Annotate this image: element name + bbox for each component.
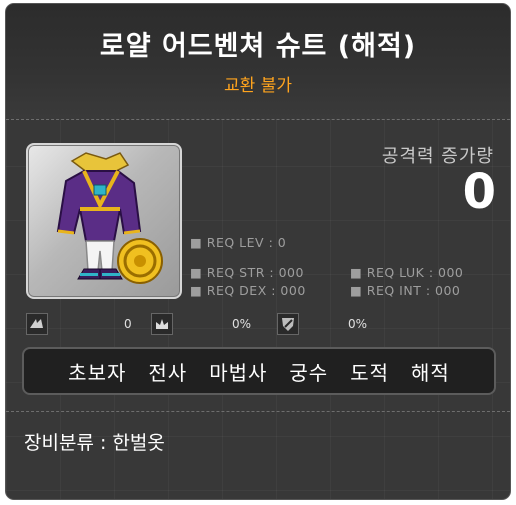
job-magician: 마법사 <box>209 360 268 385</box>
job-beginner: 초보자 <box>68 360 127 385</box>
crown-icon <box>151 313 173 335</box>
req-str: ■ REQ STR : 000 <box>190 265 304 280</box>
shield-value: 0% <box>348 317 368 331</box>
divider <box>6 119 510 120</box>
job-pirate: 해적 <box>411 360 450 385</box>
wing-value: 0 <box>124 317 132 331</box>
req-luk: ■ REQ LUK : 000 <box>350 265 464 280</box>
crown-value: 0% <box>232 317 252 331</box>
req-dex: ■ REQ DEX : 000 <box>190 283 306 298</box>
req-level: ■ REQ LEV : 0 <box>190 235 287 250</box>
req-int: ■ REQ INT : 000 <box>350 283 461 298</box>
item-icon-frame <box>26 143 182 299</box>
job-warrior: 전사 <box>148 360 188 385</box>
equipment-category: 장비분류 : 한벌옷 <box>24 432 165 454</box>
wing-icon <box>26 313 48 335</box>
job-thief: 도적 <box>350 360 390 385</box>
trade-status: 교환 불가 <box>224 76 292 96</box>
item-tooltip: 로얄 어드벤쳐 슈트 (해적) 교환 불가 공격력 증가량 0 ■ REQ LE… <box>5 3 511 500</box>
divider <box>6 411 510 412</box>
stat-value: 0 <box>462 164 496 220</box>
shield-icon <box>277 313 299 335</box>
item-name: 로얄 어드벤쳐 슈트 (해적) <box>99 31 417 62</box>
outfit-icon <box>56 152 163 284</box>
job-archer: 궁수 <box>289 360 329 385</box>
job-list: 초보자 전사 마법사 궁수 도적 해적 <box>22 347 496 395</box>
